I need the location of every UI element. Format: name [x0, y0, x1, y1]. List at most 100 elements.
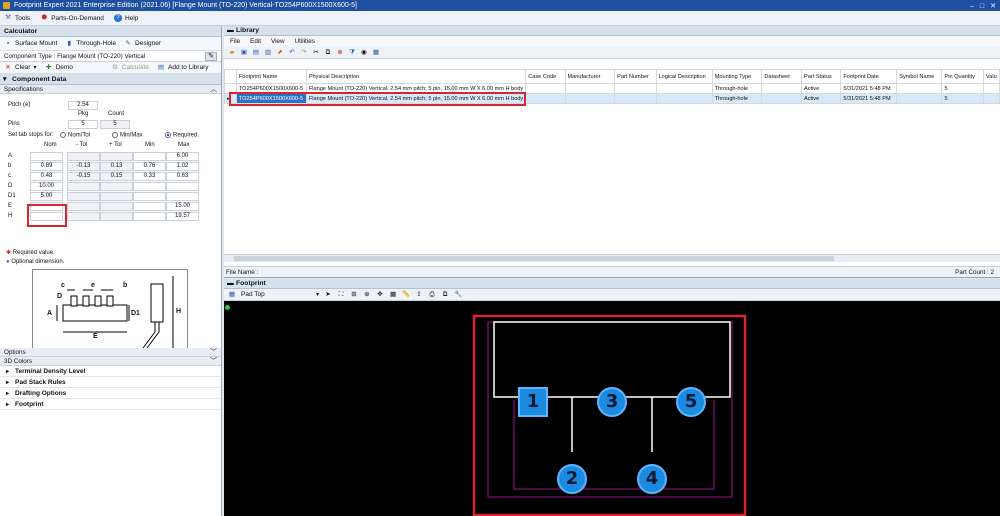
- library-cell[interactable]: [614, 83, 657, 94]
- dim-ntol-input[interactable]: [67, 182, 100, 191]
- library-column-header[interactable]: Part Number: [614, 69, 657, 84]
- dim-ptol-input[interactable]: 0.13: [100, 162, 133, 171]
- library-cell[interactable]: [564, 83, 616, 94]
- dim-max-input[interactable]: 15.00: [166, 202, 199, 211]
- library-cell[interactable]: [896, 93, 943, 104]
- zoom-extents-icon[interactable]: ⛶: [337, 291, 345, 299]
- library-column-header[interactable]: Manufacturer: [564, 69, 616, 84]
- pitch-input[interactable]: 2.54: [68, 101, 98, 110]
- options-icon[interactable]: ▦: [372, 49, 380, 57]
- dim-max-input[interactable]: 0.63: [166, 172, 199, 181]
- settings-icon[interactable]: 🔧: [454, 291, 462, 299]
- dim-nom-input[interactable]: 0.48: [30, 172, 63, 181]
- library-cell[interactable]: [655, 93, 713, 104]
- dim-min-input[interactable]: [133, 202, 166, 211]
- tree-footprint[interactable]: ▸ Footprint: [0, 399, 221, 410]
- view-icon[interactable]: ◉: [360, 49, 368, 57]
- panel-minimize-icon[interactable]: ▬: [227, 279, 234, 289]
- dim-min-input[interactable]: [133, 212, 166, 221]
- component-type-pick-icon[interactable]: ✎: [205, 52, 217, 61]
- panel-minimize-icon[interactable]: ▬: [227, 26, 234, 36]
- menu-parts-on-demand[interactable]: ⬢ Parts-On-Demand: [40, 14, 104, 22]
- library-cell[interactable]: 5: [941, 83, 984, 94]
- print-icon[interactable]: ⎙: [428, 291, 436, 299]
- delete-icon[interactable]: ⊗: [336, 49, 344, 57]
- library-cell[interactable]: Through-hole: [711, 83, 763, 94]
- footprint-canvas[interactable]: 1 2 3 4 5: [224, 302, 1000, 516]
- library-column-header[interactable]: Physical Description: [305, 69, 527, 84]
- library-column-header[interactable]: Valu: [982, 69, 1000, 84]
- specifications-header[interactable]: Specifications ︿: [0, 85, 221, 94]
- library-cell[interactable]: [655, 83, 713, 94]
- library-cell[interactable]: [896, 83, 943, 94]
- copy-image-icon[interactable]: ⧉: [441, 291, 449, 299]
- open-folder-icon[interactable]: ▰: [228, 49, 236, 57]
- filter-icon[interactable]: ⧩: [348, 49, 356, 57]
- library-column-header[interactable]: Logical Description: [655, 69, 713, 84]
- dim-ntol-input[interactable]: -0.15: [67, 172, 100, 181]
- library-cell[interactable]: [761, 93, 802, 104]
- save-all-icon[interactable]: ▥: [264, 49, 272, 57]
- add-to-library-button[interactable]: ▤ Add to Library: [157, 64, 209, 72]
- lib-menu-edit[interactable]: Edit: [250, 36, 261, 47]
- dim-max-input[interactable]: [166, 182, 199, 191]
- pan-icon[interactable]: ✥: [376, 291, 384, 299]
- library-cell[interactable]: [761, 83, 802, 94]
- dim-ntol-input[interactable]: [67, 152, 100, 161]
- dim-ptol-input[interactable]: [100, 202, 133, 211]
- colors3d-header[interactable]: 3D Colors ﹀: [0, 357, 221, 366]
- pad-2[interactable]: 2: [557, 464, 587, 494]
- menu-help[interactable]: ? Help: [113, 14, 138, 22]
- lib-menu-view[interactable]: View: [271, 36, 285, 47]
- new-icon[interactable]: ▣: [240, 49, 248, 57]
- layer-dropdown-icon[interactable]: ▾: [316, 291, 319, 298]
- library-column-header[interactable]: Footprint Date: [840, 69, 898, 84]
- copy-icon[interactable]: ⧉: [324, 49, 332, 57]
- library-cell[interactable]: [525, 93, 566, 104]
- demo-button[interactable]: ✚ Demo: [45, 64, 73, 72]
- library-cell[interactable]: 5: [941, 93, 984, 104]
- cut-icon[interactable]: ✂: [312, 49, 320, 57]
- tab-minmax-radio[interactable]: Min/Max: [112, 132, 143, 139]
- library-column-header[interactable]: Mounting Type: [711, 69, 763, 84]
- dim-ntol-input[interactable]: -0.13: [67, 162, 100, 171]
- tree-terminal-density[interactable]: ▸ Terminal Density Level: [0, 366, 221, 377]
- component-type-bar[interactable]: Component Type : Flange Mount (TO-220) V…: [0, 51, 221, 62]
- pad-5[interactable]: 5: [676, 387, 706, 417]
- pins-pkg-input[interactable]: 5: [68, 120, 98, 129]
- clear-button[interactable]: ✕ Clear ▾: [4, 64, 36, 72]
- dim-max-input[interactable]: 1.02: [166, 162, 199, 171]
- dim-ptol-input[interactable]: [100, 212, 133, 221]
- pad-1[interactable]: 1: [518, 387, 548, 417]
- dim-min-input[interactable]: [133, 152, 166, 161]
- export-icon[interactable]: ⬈: [276, 49, 284, 57]
- measure-icon[interactable]: 📏: [402, 291, 410, 299]
- lib-menu-file[interactable]: File: [230, 36, 240, 47]
- grid-icon[interactable]: ▩: [389, 291, 397, 299]
- dim-ptol-input[interactable]: [100, 182, 133, 191]
- library-column-header[interactable]: Pin Quantity: [941, 69, 984, 84]
- library-cell[interactable]: Through-hole: [711, 93, 763, 104]
- dim-nom-input[interactable]: [30, 152, 63, 161]
- pointer-icon[interactable]: ➤: [324, 291, 332, 299]
- tree-pad-stack-rules[interactable]: ▸ Pad Stack Rules: [0, 377, 221, 388]
- library-cell[interactable]: [564, 93, 616, 104]
- dim-ptol-input[interactable]: [100, 152, 133, 161]
- dim-nom-input[interactable]: 5.00: [30, 192, 63, 201]
- dim-ptol-input[interactable]: 0.15: [100, 172, 133, 181]
- library-column-header[interactable]: Symbol Name: [896, 69, 943, 84]
- library-hscroll[interactable]: [224, 254, 1000, 262]
- scroll-thumb[interactable]: [234, 256, 834, 261]
- library-cell[interactable]: Active: [800, 83, 842, 94]
- library-cell[interactable]: [982, 83, 1000, 94]
- dim-min-input[interactable]: 0.76: [133, 162, 166, 171]
- pins-count-input[interactable]: 5: [100, 120, 130, 129]
- layer-select[interactable]: Pad Top: [241, 291, 311, 298]
- pad-4[interactable]: 4: [637, 464, 667, 494]
- dim-min-input[interactable]: [133, 182, 166, 191]
- save-icon[interactable]: ▤: [252, 49, 260, 57]
- dim-max-input[interactable]: 19.57: [166, 212, 199, 221]
- surface-mount-tab[interactable]: ▪ Surface Mount: [4, 40, 57, 48]
- zoom-window-icon[interactable]: ⊞: [350, 291, 358, 299]
- pad-3[interactable]: 3: [597, 387, 627, 417]
